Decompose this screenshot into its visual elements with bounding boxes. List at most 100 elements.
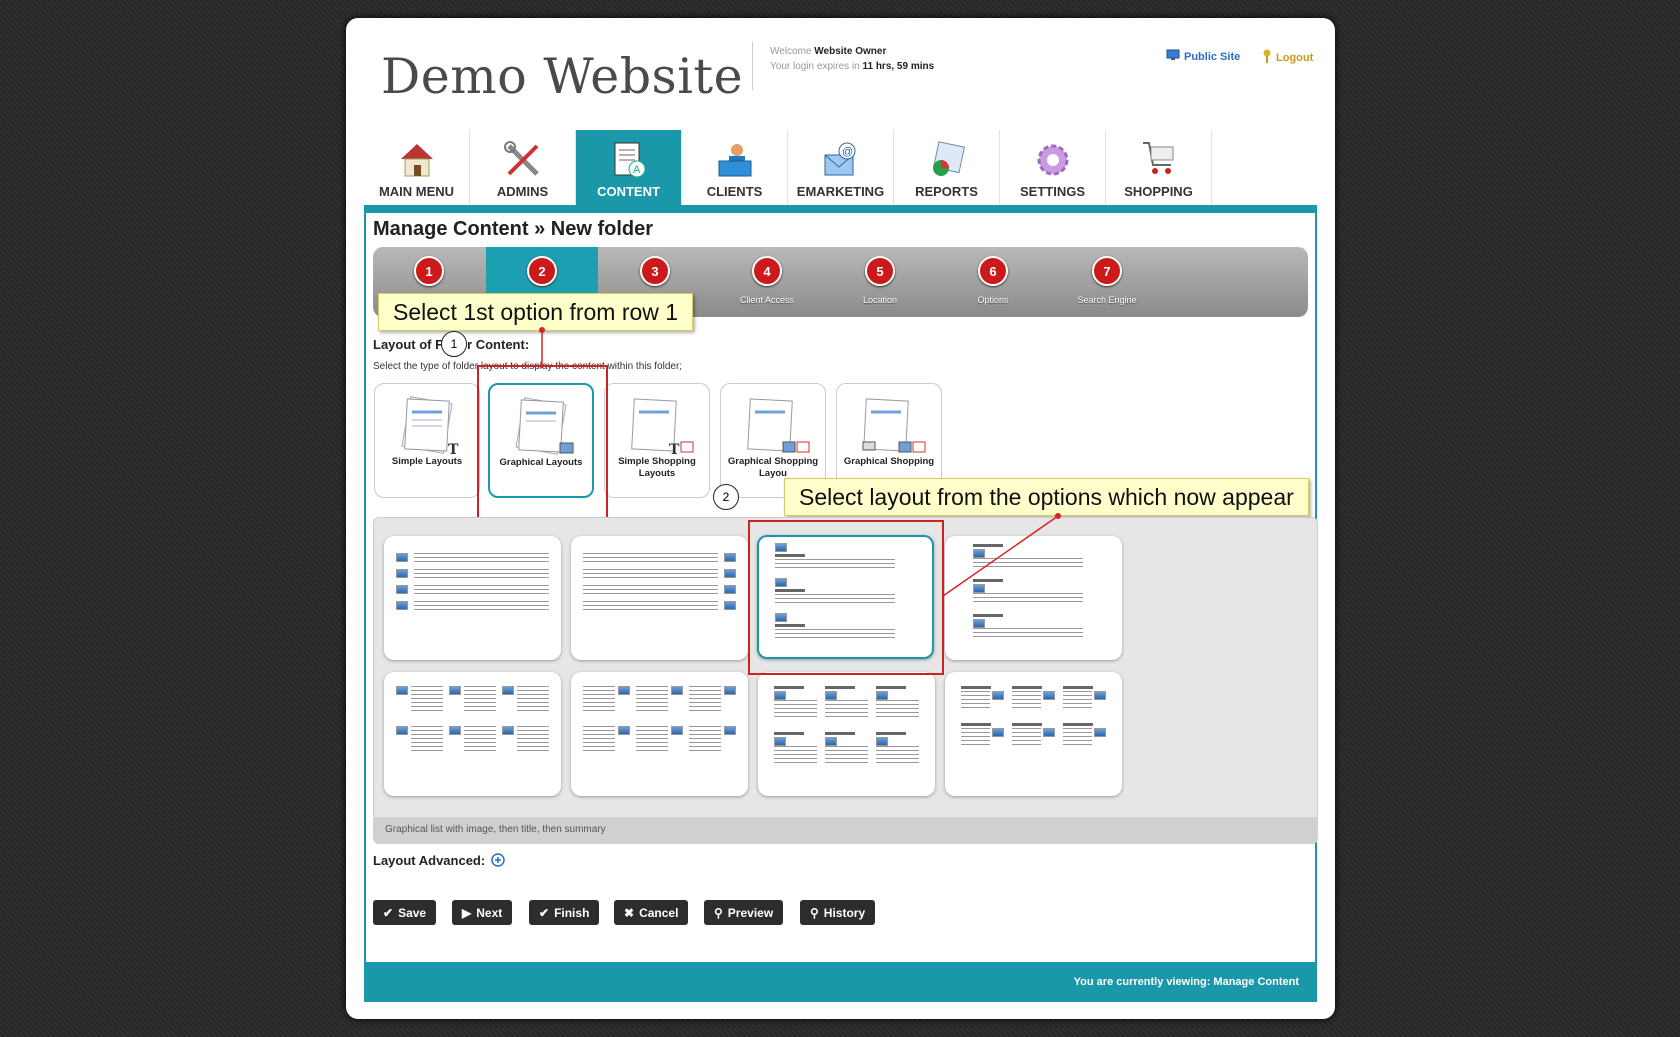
cancel-label: Cancel (639, 905, 679, 920)
gallery-status: Graphical list with image, then title, t… (373, 817, 1318, 844)
expand-plus-icon[interactable] (491, 853, 505, 872)
marker-2: 2 (713, 484, 739, 510)
check-icon: ✔ (383, 905, 394, 920)
gear-icon (1034, 140, 1072, 180)
page-title: Manage Content » New folder (373, 218, 654, 240)
layout-advanced-label: Layout Advanced: (373, 853, 486, 868)
preview-button[interactable]: ⚲ Preview (704, 900, 784, 925)
nav-settings[interactable]: SETTINGS (1000, 130, 1106, 205)
check-icon: ✔ (539, 905, 550, 920)
site-logo: Demo Website (381, 48, 744, 105)
layout-option-6[interactable] (571, 672, 748, 796)
layout-type-label: Simple Layouts (391, 456, 463, 467)
step-label: Client Access (739, 295, 795, 305)
document-stack-icon (862, 398, 926, 453)
nav-content[interactable]: A CONTENT (576, 130, 682, 205)
step-4[interactable]: 4 Client Access (711, 247, 823, 317)
nav-label: MAIN MENU (378, 184, 455, 199)
svg-text:@: @ (842, 146, 853, 158)
finish-button[interactable]: ✔ Finish (529, 900, 600, 925)
nav-clients[interactable]: CLIENTS (682, 130, 788, 205)
highlight-box-2 (748, 520, 944, 675)
clients-icon (716, 140, 754, 180)
tools-icon (503, 140, 542, 180)
document-icon: A (610, 140, 648, 180)
layout-option-7[interactable] (758, 672, 935, 796)
callout-pointer-2 (942, 513, 1061, 597)
step-number: 1 (414, 256, 444, 286)
preview-label: Preview (727, 905, 774, 920)
nav-label: CLIENTS (706, 184, 763, 199)
save-label: Save (398, 905, 427, 920)
public-site-label: Public Site (1184, 50, 1241, 63)
step-number: 7 (1092, 256, 1122, 286)
document-stack-icon (747, 398, 810, 453)
step-number: 2 (527, 256, 557, 286)
monitor-icon (1166, 49, 1180, 64)
layout-option-8[interactable] (945, 672, 1122, 796)
welcome-prefix: Welcome (770, 46, 812, 57)
nav-reports[interactable]: REPORTS (894, 130, 1000, 205)
header-divider (752, 42, 753, 90)
cancel-button[interactable]: ✖ Cancel (614, 900, 689, 925)
save-button[interactable]: ✔ Save (373, 900, 437, 925)
layout-type-simple[interactable]: T Simple Layouts (374, 383, 480, 498)
next-label: Next (476, 905, 503, 920)
footer-status: You are currently viewing: Manage Conten… (364, 962, 1317, 1002)
expires-prefix: Your login expires in (770, 61, 860, 72)
key-icon (1262, 49, 1272, 66)
welcome-info: Welcome Website Owner Your login expires… (770, 44, 934, 74)
content-border-left (364, 205, 366, 962)
email-icon: @ (822, 140, 860, 180)
document-stack-icon: T (401, 396, 459, 456)
step-7[interactable]: 7 Search Engine (1051, 247, 1163, 317)
layout-option-2[interactable] (571, 536, 748, 660)
nav-label: ADMINS (496, 184, 549, 199)
login-expiry: 11 hrs, 59 mins (862, 61, 935, 72)
history-icon: ⚲ (810, 905, 819, 920)
svg-text:A: A (633, 164, 641, 176)
marker-1: 1 (441, 331, 467, 357)
layout-option-1[interactable] (384, 536, 561, 660)
logout-link[interactable]: Logout (1262, 49, 1313, 66)
nav-underline (364, 205, 1317, 213)
preview-icon: ⚲ (714, 905, 723, 920)
document-stack-icon: T (631, 398, 694, 456)
step-label: Location (862, 295, 898, 305)
house-icon (398, 140, 436, 180)
step-6[interactable]: 6 Options (937, 247, 1049, 317)
svg-text:T: T (669, 442, 680, 456)
svg-text:T: T (448, 442, 459, 456)
main-nav: MAIN MENU ADMINS A CONTENT CLIENTS @ EMA… (364, 130, 1212, 205)
step-label: Search Engine (1077, 295, 1137, 305)
nav-main-menu[interactable]: MAIN MENU (364, 130, 470, 205)
finish-label: Finish (554, 905, 590, 920)
public-site-link[interactable]: Public Site (1166, 49, 1240, 64)
layout-type-label: Simple Shopping Layouts (618, 456, 696, 479)
logout-label: Logout (1276, 51, 1314, 64)
nav-label: CONTENT (597, 184, 660, 199)
cart-icon (1140, 140, 1178, 180)
reports-icon (928, 140, 966, 180)
nav-label: SHOPPING (1124, 184, 1193, 199)
layout-type-simple-shopping[interactable]: T Simple Shopping Layouts (604, 383, 710, 498)
step-label: Options (977, 295, 1009, 305)
layout-title-part-a: Layout of F (373, 337, 444, 352)
nav-label: SETTINGS (1019, 184, 1085, 199)
nav-shopping[interactable]: SHOPPING (1106, 130, 1212, 205)
nav-emarketing[interactable]: @ EMARKETING (788, 130, 894, 205)
layout-title-part-b: r Content: (467, 337, 530, 352)
next-button[interactable]: ▶ Next (452, 900, 513, 925)
step-5[interactable]: 5 Location (824, 247, 936, 317)
close-icon: ✖ (624, 905, 635, 920)
history-button[interactable]: ⚲ History (800, 900, 876, 925)
nav-admins[interactable]: ADMINS (470, 130, 576, 205)
user-name: Website Owner (814, 46, 887, 57)
layout-option-5[interactable] (384, 672, 561, 796)
history-label: History (823, 905, 866, 920)
step-number: 6 (978, 256, 1008, 286)
nav-label: REPORTS (915, 184, 978, 199)
highlight-box-1 (477, 365, 608, 523)
step-number: 3 (640, 256, 670, 286)
play-icon: ▶ (462, 905, 472, 920)
